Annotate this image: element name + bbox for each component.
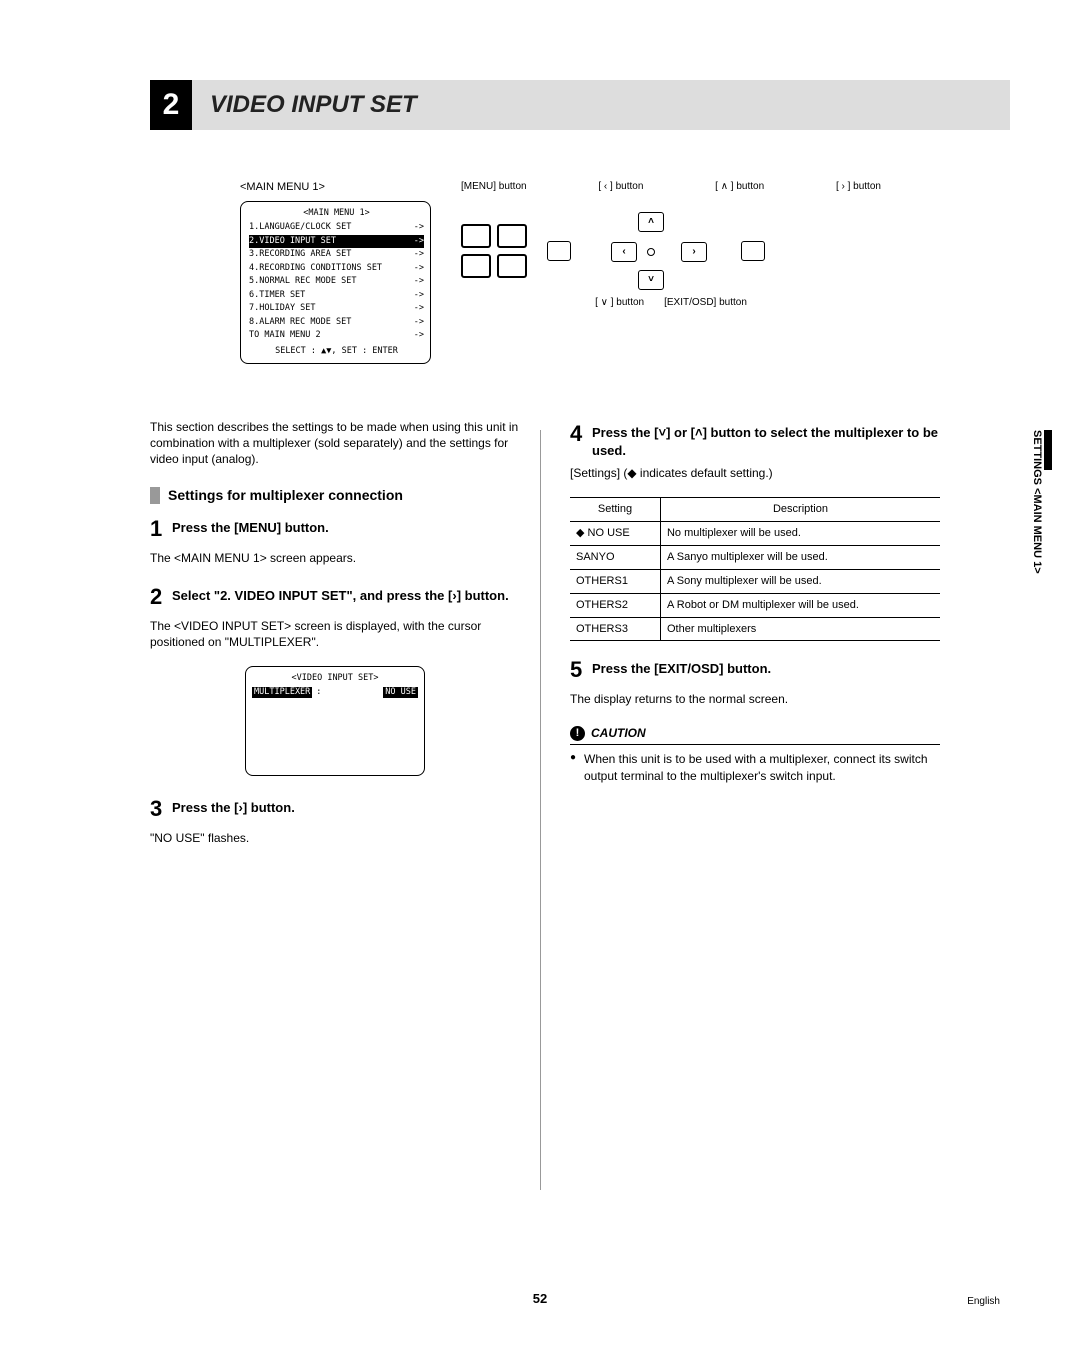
step-5-body: The display returns to the normal screen…: [570, 691, 940, 707]
step-4: 4Press the [˅] or [˄] button to select t…: [570, 419, 940, 459]
page: 2 VIDEO INPUT SET <MAIN MENU 1> <MAIN ME…: [0, 0, 1080, 1348]
menu-item: 1.LANGUAGE/CLOCK SET->: [249, 221, 424, 234]
table-row: OTHERS2A Robot or DM multiplexer will be…: [570, 593, 940, 617]
section-number: 2: [150, 80, 192, 130]
up-arrow-btn: ˄: [638, 212, 664, 232]
step-2-body: The <VIDEO INPUT SET> screen is displaye…: [150, 618, 520, 650]
left-column: This section describes the settings to b…: [150, 419, 520, 862]
page-number: 52: [0, 1290, 1080, 1308]
down-arrow-btn: ˅: [638, 270, 664, 290]
panel-button: [741, 241, 765, 261]
menu-item: 5.NORMAL REC MODE SET->: [249, 275, 424, 288]
right-arrow-btn: ›: [681, 242, 707, 262]
menu-item: 8.ALARM REC MODE SET->: [249, 316, 424, 329]
table-row: SANYOA Sanyo multiplexer will be used.: [570, 545, 940, 569]
label-menu-btn: [MENU] button: [461, 180, 527, 194]
table-row: OTHERS1A Sony multiplexer will be used.: [570, 569, 940, 593]
label-down-btn: [ ∨ ] button: [595, 296, 644, 310]
figures: <MAIN MENU 1> <MAIN MENU 1> 1.LANGUAGE/C…: [150, 180, 1010, 364]
step-1-body: The <MAIN MENU 1> screen appears.: [150, 550, 520, 566]
dpad-center: [647, 248, 655, 256]
panel-button: [461, 254, 491, 278]
dpad: ˄ ˅ ‹ ›: [611, 212, 689, 290]
down-chevron-icon: ˅: [658, 425, 666, 440]
side-section-label: SETTINGS <MAIN MENU 1>: [1029, 430, 1044, 574]
section-header: Settings for multiplexer connection: [150, 486, 520, 505]
menu-footer: SELECT : ▲▼, SET : ENTER: [249, 346, 424, 357]
menu-screen-title: <MAIN MENU 1>: [249, 208, 424, 219]
column-divider: [540, 430, 541, 1190]
menu-item: 4.RECORDING CONDITIONS SET->: [249, 262, 424, 275]
table-row: ◆ NO USENo multiplexer will be used.: [570, 522, 940, 546]
menu-item: 7.HOLIDAY SET->: [249, 302, 424, 315]
step-3: 3Press the [›] button.: [150, 794, 520, 824]
panel-button: [461, 224, 491, 248]
video-input-set-screen: <VIDEO INPUT SET> MULTIPLEXER:NO USE: [245, 666, 425, 776]
settings-table: SettingDescription ◆ NO USENo multiplexe…: [570, 497, 940, 641]
menu-item: TO MAIN MENU 2->: [249, 329, 424, 342]
panel-button: [547, 241, 571, 261]
columns: This section describes the settings to b…: [150, 419, 1010, 862]
label-up-btn: [ ∧ ] button: [715, 180, 764, 194]
caution-body: When this unit is to be used with a mult…: [570, 751, 940, 783]
language-label: English: [967, 1295, 1000, 1309]
menu-item-selected: 2.VIDEO INPUT SET->: [249, 235, 424, 248]
menu-item: 3.RECORDING AREA SET->: [249, 248, 424, 261]
section-title: VIDEO INPUT SET: [192, 80, 1010, 130]
title-bar: 2 VIDEO INPUT SET: [150, 80, 1010, 130]
control-panel-diagram: [MENU] button [ ‹ ] button [ ∧ ] button …: [461, 180, 881, 310]
caution-header: !CAUTION: [570, 725, 940, 741]
up-chevron-icon: ˄: [695, 425, 703, 440]
main-menu-screen: <MAIN MENU 1> 1.LANGUAGE/CLOCK SET-> 2.V…: [240, 201, 431, 364]
settings-caption: [Settings] (◆ indicates default setting.…: [570, 465, 940, 481]
label-left-btn: [ ‹ ] button: [598, 180, 643, 194]
right-column: 4Press the [˅] or [˄] button to select t…: [570, 419, 940, 862]
intro-text: This section describes the settings to b…: [150, 419, 520, 468]
side-tab: [1044, 430, 1052, 470]
menu-item: 6.TIMER SET->: [249, 289, 424, 302]
label-right-btn: [ › ] button: [836, 180, 881, 194]
menu-label: <MAIN MENU 1>: [240, 180, 431, 195]
step-1: 1Press the [MENU] button.: [150, 514, 520, 544]
step-3-body: "NO USE" flashes.: [150, 830, 520, 846]
panel-button: [497, 254, 527, 278]
panel-button: [497, 224, 527, 248]
label-exit-btn: [EXIT/OSD] button: [664, 296, 747, 310]
table-row: OTHERS3Other multiplexers: [570, 617, 940, 641]
step-2: 2Select "2. VIDEO INPUT SET", and press …: [150, 582, 520, 612]
left-arrow-btn: ‹: [611, 242, 637, 262]
step-5: 5Press the [EXIT/OSD] button.: [570, 655, 940, 685]
caution-icon: !: [570, 726, 585, 741]
